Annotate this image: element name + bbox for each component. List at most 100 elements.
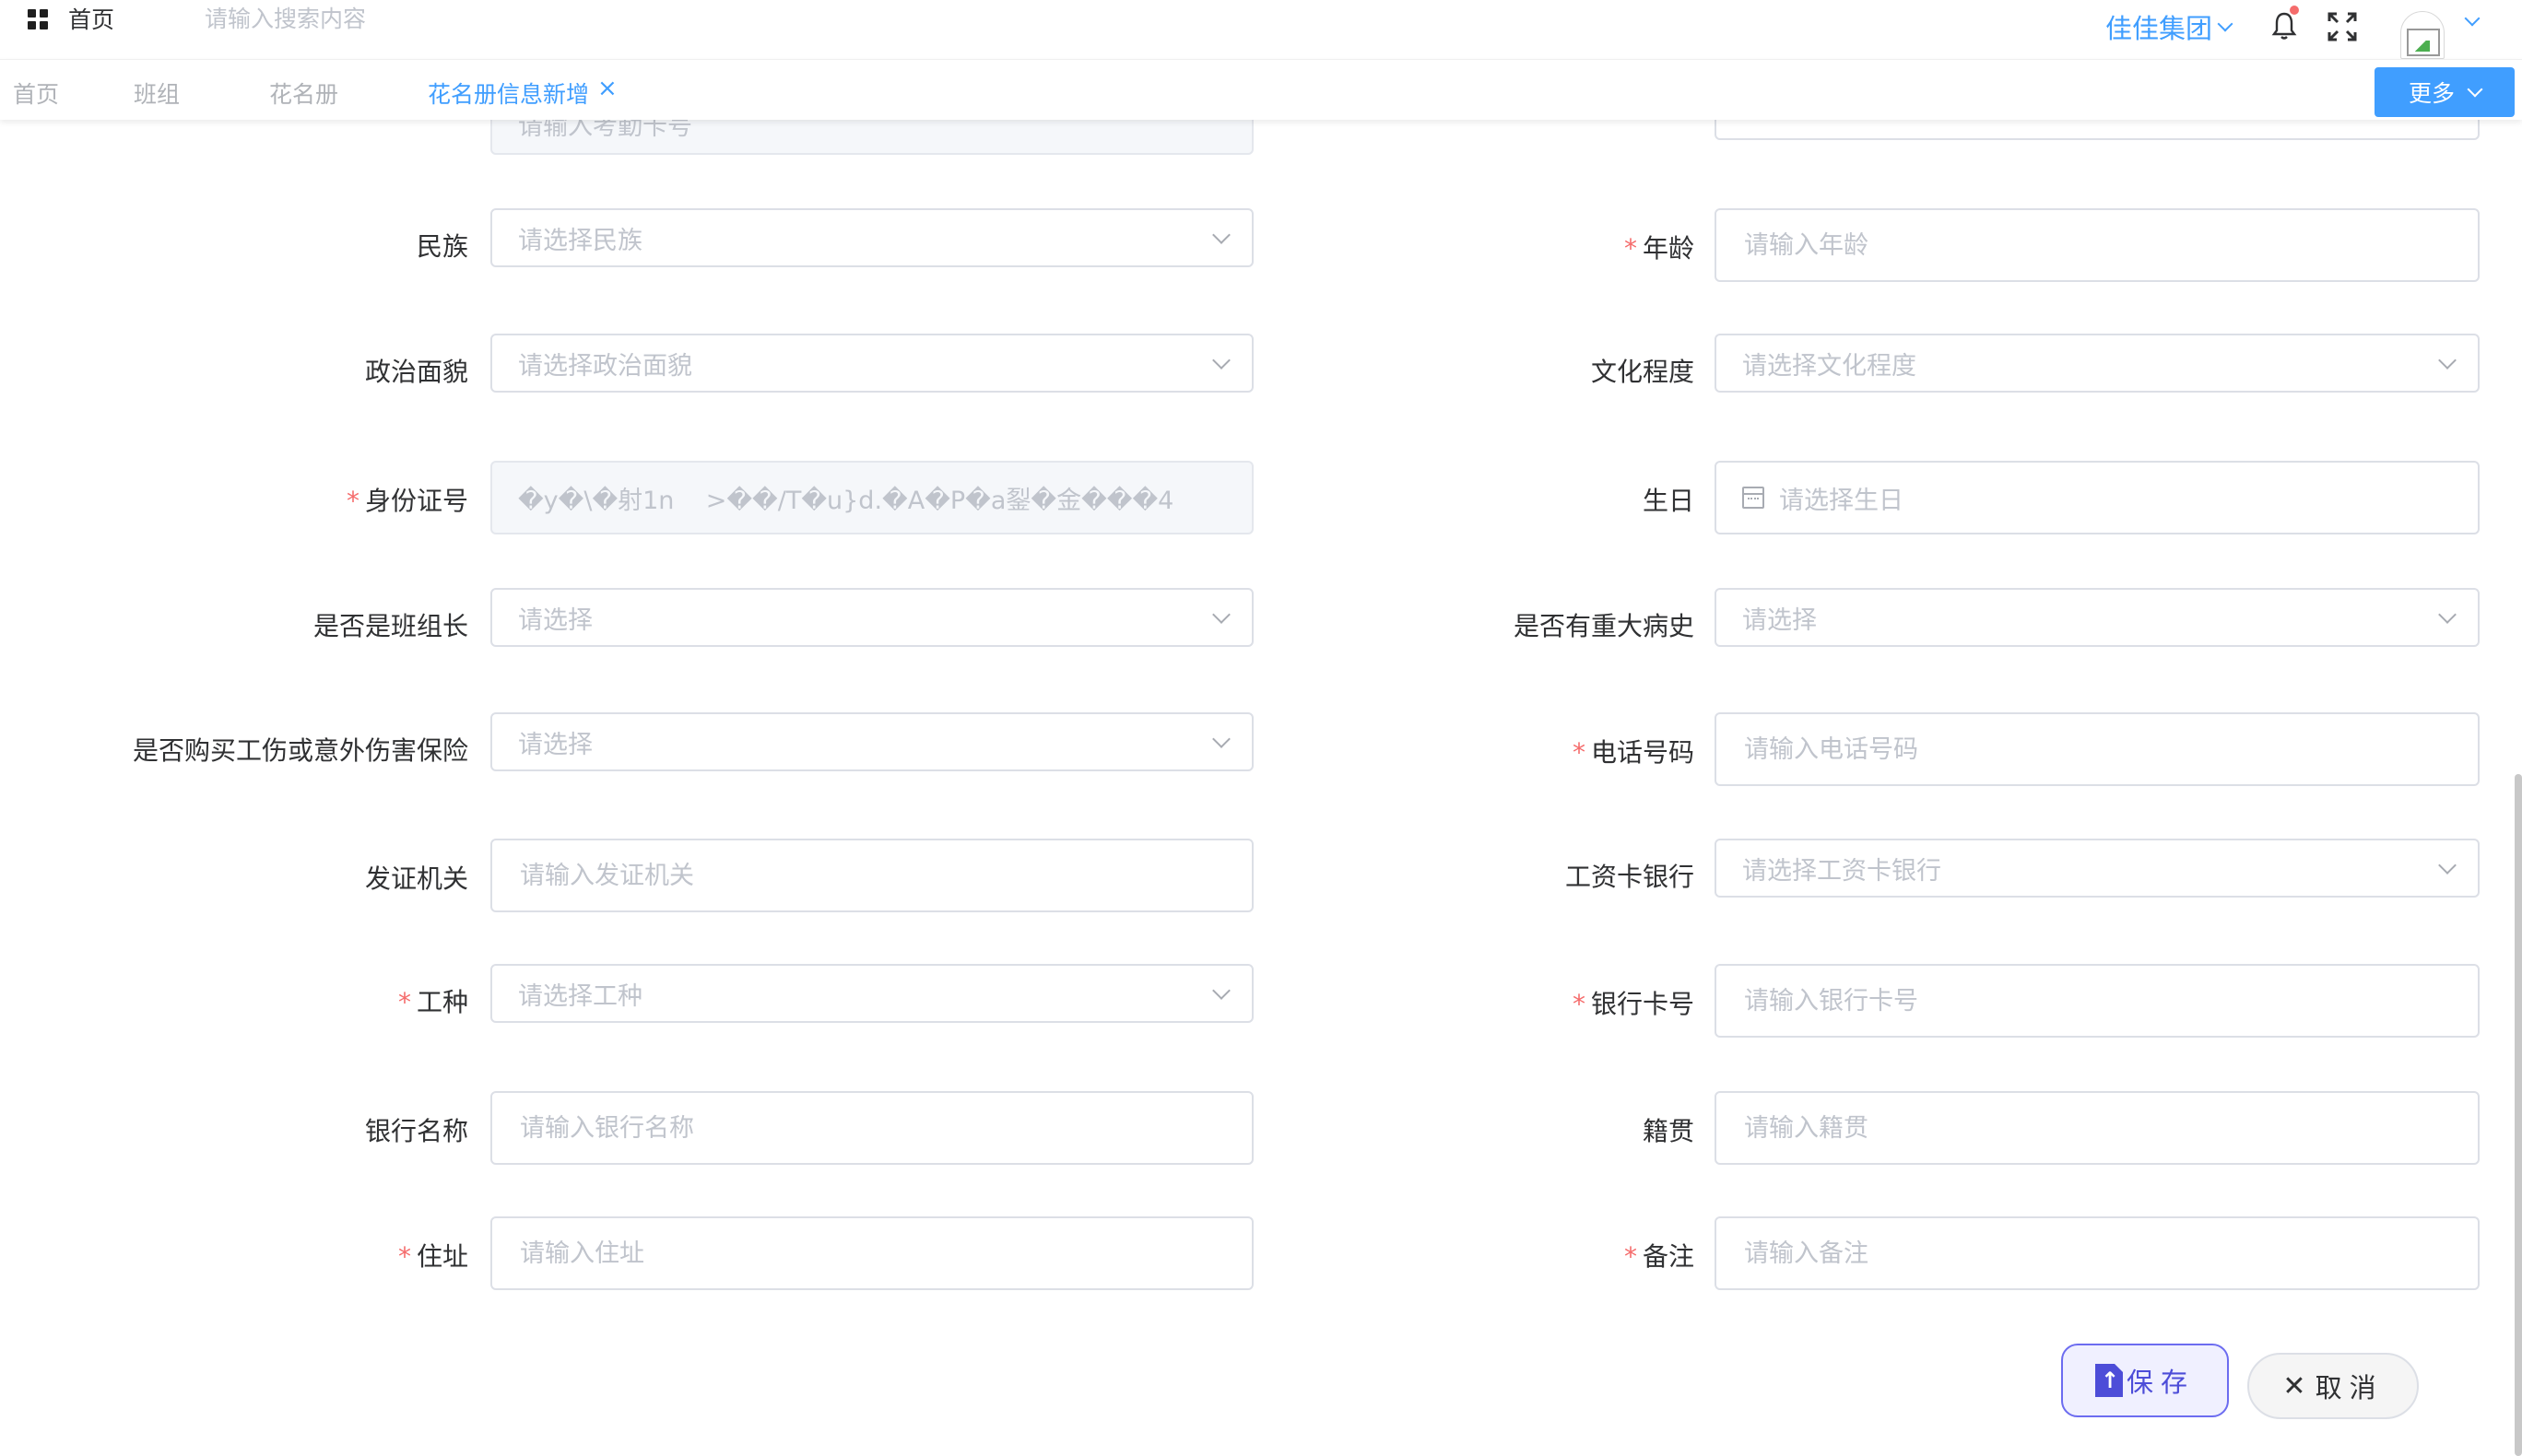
form-label: 银行名称 [365,1111,468,1148]
select-placeholder: 请选择政治面貌 [518,351,692,381]
select-field[interactable]: 请选择文化程度 [1715,334,2480,393]
text-input-field[interactable] [1715,712,2480,786]
select-field[interactable]: 请选择民族 [490,208,1254,267]
form-label-text: 政治面貌 [364,357,468,387]
fullscreen-expand-icon[interactable] [2327,11,2358,42]
close-icon: ✕ [2282,1369,2306,1403]
roster-form: 请输入考勤卡号 民族 请选择民族 政治面貌 请选择政治面貌 * 身份证号 �y�\�射1n … [0,0,2522,1456]
chevron-down-icon [1212,605,1231,624]
required-asterisk: * [397,1241,411,1272]
form-label: 是否购买工伤或意外伤害保险 [133,731,468,768]
tab-close-icon[interactable]: × [597,75,618,102]
text-input-field[interactable] [490,839,1254,912]
more-button[interactable]: 更多 [2375,67,2515,117]
select-placeholder: 请选择 [1742,605,1817,635]
form-label-text: 文化程度 [1590,357,1694,387]
form-label-text: 银行名称 [364,1116,468,1146]
broken-image-icon [2407,29,2440,56]
text-input-field[interactable] [1715,964,2480,1038]
select-placeholder: 请选择工资卡银行 [1742,856,1941,886]
form-label: * 备注 [1624,1237,1694,1274]
form-label: * 工种 [398,982,468,1019]
form-label: * 银行卡号 [1573,984,1694,1021]
more-button-label: 更多 [2408,81,2455,107]
text-input[interactable] [1742,1238,2478,1269]
select-field[interactable]: 请选择 [490,588,1254,647]
required-asterisk: * [1572,989,1585,1019]
form-label: 工资卡银行 [1565,857,1694,894]
form-label-text: 工资卡银行 [1564,862,1694,892]
avatar[interactable] [2400,11,2445,59]
form-label-text: 年龄 [1642,233,1694,264]
chevron-down-icon [1212,351,1231,370]
select-field[interactable]: 请选择工资卡银行 [1715,839,2480,898]
tab-team[interactable]: 班组 [134,76,180,110]
tab-roster-add[interactable]: 花名册信息新增 [428,76,589,110]
select-field[interactable]: 请选择 [1715,588,2480,647]
form-label: * 住址 [398,1237,468,1274]
form-label-text: 生日 [1642,486,1694,516]
chevron-down-icon [2438,351,2457,370]
select-placeholder: 请选择民族 [518,226,642,255]
save-button[interactable]: 保存 [2061,1344,2229,1417]
apps-grid-icon[interactable] [28,9,48,29]
date-placeholder: 请选择生日 [1779,486,1903,515]
tab-home[interactable]: 首页 [13,76,59,110]
chevron-down-icon [2467,81,2483,98]
form-label-text: 身份证号 [364,486,468,516]
search-input[interactable] [203,0,590,37]
form-label-text: 籍贯 [1642,1116,1694,1146]
text-input-field[interactable] [1715,208,2480,282]
text-input[interactable] [1742,1112,2478,1144]
form-label: * 年龄 [1624,229,1694,265]
text-input[interactable] [518,1238,1252,1269]
tab-roster[interactable]: 花名册 [269,76,338,110]
text-input[interactable] [1742,985,2478,1016]
form-label-text: 是否有重大病史 [1513,611,1694,641]
form-label: 发证机关 [365,859,468,896]
text-input-field[interactable] [1715,1216,2480,1290]
id-number-value: �y�\�射1n >��/T�u}d.�A�P�a銐�金���4 [518,486,1174,515]
cancel-button[interactable]: ✕ 取消 [2247,1353,2419,1419]
text-input[interactable] [1742,229,2478,261]
company-name: 佳佳集团 [2105,13,2213,44]
chevron-down-icon [1212,981,1231,1000]
home-link[interactable]: 首页 [68,2,114,35]
chevron-down-icon [2438,856,2457,875]
form-label: 文化程度 [1591,352,1694,389]
text-input-field[interactable] [490,1216,1254,1290]
scrollbar[interactable] [2515,774,2522,1456]
form-label: 民族 [417,227,468,264]
required-asterisk: * [346,486,359,516]
select-field[interactable]: 请选择工种 [490,964,1254,1023]
text-input[interactable] [518,1112,1252,1144]
select-field[interactable]: 请选择政治面貌 [490,334,1254,393]
form-label-text: 备注 [1642,1241,1694,1272]
required-asterisk: * [1572,737,1585,768]
form-label: * 身份证号 [347,481,468,518]
text-input[interactable] [1742,734,2478,765]
top-header: 首页 佳佳集团 [0,0,2522,59]
user-menu-chevron-icon[interactable] [2464,10,2481,27]
required-asterisk: * [1623,1241,1637,1272]
text-input-field[interactable] [490,1091,1254,1165]
form-label-text: 电话号码 [1590,737,1694,768]
select-placeholder: 请选择 [518,730,593,759]
form-label-text: 发证机关 [364,863,468,894]
form-label: 政治面貌 [365,352,468,389]
company-switcher[interactable]: 佳佳集团 [2105,7,2233,46]
bell-icon[interactable] [2271,11,2297,41]
date-picker-field[interactable]: 请选择生日 [1715,461,2480,534]
form-label-text: 银行卡号 [1590,989,1694,1019]
save-button-label: 保存 [2126,1367,2195,1398]
chevron-down-icon [1212,730,1231,748]
chevron-down-icon [2438,605,2457,624]
select-field[interactable]: 请选择 [490,712,1254,771]
form-label: 是否是班组长 [313,606,468,643]
text-input-field[interactable] [1715,1091,2480,1165]
tabs-bar: 首页 班组 花名册 花名册信息新增 × 更多 [0,59,2522,120]
form-label: 是否有重大病史 [1514,606,1694,643]
cancel-button-label: 取消 [2315,1372,2384,1403]
notification-badge [2290,6,2299,15]
text-input[interactable] [518,860,1252,891]
